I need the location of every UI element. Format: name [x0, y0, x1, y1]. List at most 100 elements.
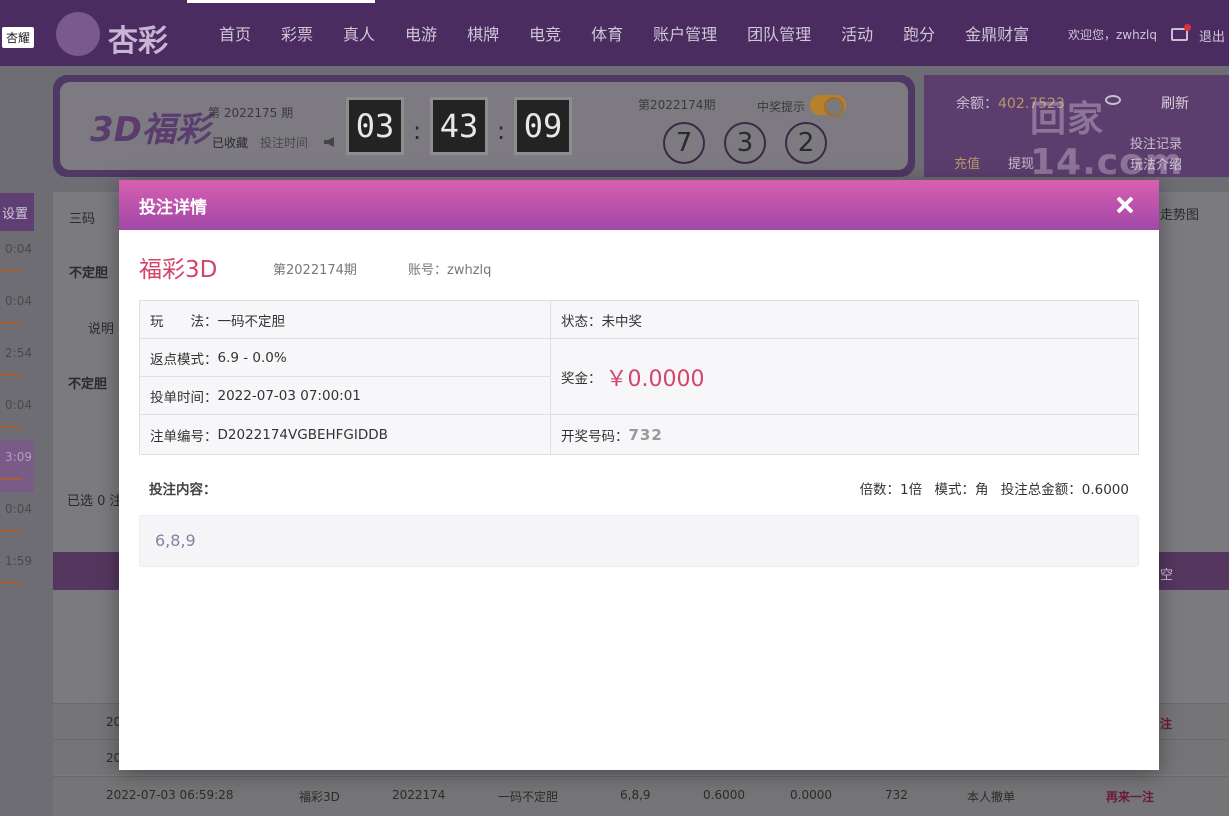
- multiple-value: 倍数：1倍: [859, 482, 923, 498]
- timer-colon: :: [497, 117, 506, 145]
- brand-badge[interactable]: 杏耀: [2, 27, 35, 48]
- side-timer-item[interactable]: 0:04: [0, 492, 34, 544]
- side-timer-item[interactable]: 0:04: [0, 232, 34, 284]
- total-amount: 投注总金额：0.6000: [1000, 482, 1129, 498]
- row-content: 6,8,9: [620, 788, 651, 802]
- detail-row: 玩 法： 一码不定胆 状态： 未中奖: [140, 301, 1138, 339]
- rebate-cell: 返点模式： 6.9 - 0.0%: [140, 339, 550, 377]
- side-settings-tab[interactable]: 设置: [0, 193, 34, 231]
- bet-again-link[interactable]: 再来一注: [1106, 788, 1154, 805]
- selected-count: 已选 0 注: [67, 494, 123, 509]
- status-cell: 状态： 未中奖: [551, 301, 1138, 338]
- prize-value: ￥0.0000: [605, 366, 705, 392]
- time-label: 投单时间：: [150, 389, 218, 406]
- account-name: 账号：zwhzlq: [408, 263, 492, 278]
- draw-ball: 3: [724, 122, 766, 164]
- row-game: 福彩3D: [299, 790, 340, 804]
- timer-seconds: 09: [514, 97, 572, 155]
- modal-title: 投注详情: [139, 197, 207, 218]
- play-budingdan-2[interactable]: 不定胆: [68, 373, 107, 392]
- timer-colon: :: [413, 117, 422, 145]
- modal-header: 投注详情: [119, 180, 1159, 230]
- time-value: 2022-07-03 07:00:01: [217, 387, 361, 404]
- detail-row: 返点模式： 6.9 - 0.0% 投单时间： 2022-07-03 07:00:01…: [140, 339, 1138, 415]
- play-value: 一码不定胆: [217, 313, 286, 330]
- play-budingdan[interactable]: 不定胆: [69, 262, 108, 281]
- row-draw: 732: [885, 788, 908, 802]
- row-amount: 0.6000: [703, 788, 745, 802]
- time-cell: 投单时间： 2022-07-03 07:00:01: [140, 377, 550, 414]
- brand-logo-icon[interactable]: [56, 12, 100, 56]
- close-icon[interactable]: [1111, 191, 1139, 219]
- side-timer-item[interactable]: 1:59: [0, 544, 34, 596]
- trend-chart-link[interactable]: 走势图: [1160, 204, 1199, 223]
- modal-summary: 福彩3D 第2022174期 账号：zwhzlq: [139, 250, 1139, 283]
- game-panel: 3D福彩 第 2022175 期 已收藏 投注时间 03 : 43 : 09 第…: [53, 75, 915, 177]
- issue-number: 第2022174期: [273, 263, 357, 278]
- help-link[interactable]: 说明: [88, 318, 114, 337]
- game-name: 福彩3D: [139, 257, 218, 283]
- bet-time-label: 投注时间: [260, 136, 309, 150]
- draw-value: 732: [628, 425, 663, 444]
- row-prize: 0.0000: [790, 788, 832, 802]
- row-play: 一码不定胆: [498, 790, 559, 804]
- prize-label: 奖金：: [561, 370, 602, 387]
- play-label: 玩 法：: [150, 313, 218, 330]
- nav-item-home[interactable]: 首页: [204, 21, 266, 45]
- row-status: 本人撤单: [967, 790, 1016, 804]
- bet-detail-table: 玩 法： 一码不定胆 状态： 未中奖 返点模式： 6.9 - 0.0% 投单时间： 20…: [139, 300, 1139, 455]
- bet-meta: 倍数：1倍 模式：角 投注总金额：0.6000: [852, 478, 1129, 498]
- order-value: D2022174VGBEHFGIDDB: [217, 426, 388, 443]
- side-timer-item[interactable]: 0:04: [0, 388, 34, 440]
- nav-item-chess[interactable]: 棋牌: [452, 21, 514, 45]
- brand-logo-text[interactable]: 杏彩: [108, 16, 168, 60]
- top-navbar: 杏耀 杏彩 首页 彩票 真人 电游 棋牌 电竞 体育 账户管理 团队管理 活动 …: [0, 0, 1229, 66]
- draw-ball: 2: [785, 122, 827, 164]
- speaker-icon[interactable]: [324, 137, 334, 147]
- rebate-time-group: 返点模式： 6.9 - 0.0% 投单时间： 2022-07-03 07:00:01: [140, 339, 551, 414]
- game-logo: 3D福彩: [90, 110, 210, 150]
- nav-item-lottery[interactable]: 彩票: [266, 21, 328, 45]
- row-action[interactable]: 注: [1160, 715, 1172, 732]
- tab-sanma[interactable]: 三码: [69, 208, 95, 227]
- side-timer-item[interactable]: 2:54: [0, 336, 34, 388]
- favorite-button[interactable]: 已收藏: [212, 134, 248, 151]
- nav-item-sports[interactable]: 体育: [576, 21, 638, 45]
- main-nav: 首页 彩票 真人 电游 棋牌 电竞 体育 账户管理 团队管理 活动 跑分 金鼎财…: [204, 0, 1044, 66]
- win-alert-label: 中奖提示: [757, 100, 806, 114]
- win-alert-toggle[interactable]: [810, 95, 846, 117]
- draw-ball: 7: [663, 122, 705, 164]
- recharge-button[interactable]: 充值: [954, 153, 980, 172]
- nav-item-slots[interactable]: 电游: [390, 21, 452, 45]
- watermark-text: 回家14.com: [1030, 99, 1184, 183]
- draw-label: 开奖号码：: [561, 428, 629, 445]
- logout-link[interactable]: 退出: [1199, 26, 1225, 45]
- clear-button[interactable]: 空: [1160, 564, 1173, 583]
- side-timer-item[interactable]: 0:04: [0, 284, 34, 336]
- nav-item-activity[interactable]: 活动: [826, 21, 888, 45]
- nav-item-live[interactable]: 真人: [328, 21, 390, 45]
- bet-numbers-box: 6,8,9: [139, 515, 1139, 567]
- last-issue: 第2022174期: [638, 98, 716, 112]
- bet-content-label: 投注内容：: [149, 482, 217, 498]
- status-value: 未中奖: [601, 313, 643, 330]
- nav-item-esports[interactable]: 电竞: [514, 21, 576, 45]
- side-timer-item-active[interactable]: 3:09: [0, 440, 34, 492]
- row-issue: 2022174: [392, 788, 446, 802]
- table-row: 2022-07-03 06:59:28 福彩3D 2022174 一码不定胆 6…: [53, 776, 1229, 816]
- order-label: 注单编号：: [150, 428, 218, 445]
- nav-item-team[interactable]: 团队管理: [732, 21, 826, 45]
- detail-row: 注单编号： D2022174VGBEHFGIDDB 开奖号码： 732: [140, 415, 1138, 454]
- prize-cell: 奖金： ￥0.0000: [551, 339, 1138, 414]
- nav-item-run-score[interactable]: 跑分: [888, 21, 950, 45]
- order-cell: 注单编号： D2022174VGBEHFGIDDB: [140, 415, 551, 454]
- welcome-text: 欢迎您，zwhzlq: [1068, 28, 1157, 42]
- balance-label: 余额：: [956, 96, 998, 112]
- bet-content-bar: 投注内容： 倍数：1倍 模式：角 投注总金额：0.6000: [139, 474, 1139, 500]
- rebate-label: 返点模式：: [150, 351, 218, 368]
- nav-item-wealth[interactable]: 金鼎财富: [950, 21, 1044, 45]
- side-timer-list: 0:04 0:04 2:54 0:04 3:09 0:04 1:59: [0, 232, 34, 596]
- nav-item-account[interactable]: 账户管理: [638, 21, 732, 45]
- play-cell: 玩 法： 一码不定胆: [140, 301, 551, 338]
- timer-hours: 03: [346, 97, 404, 155]
